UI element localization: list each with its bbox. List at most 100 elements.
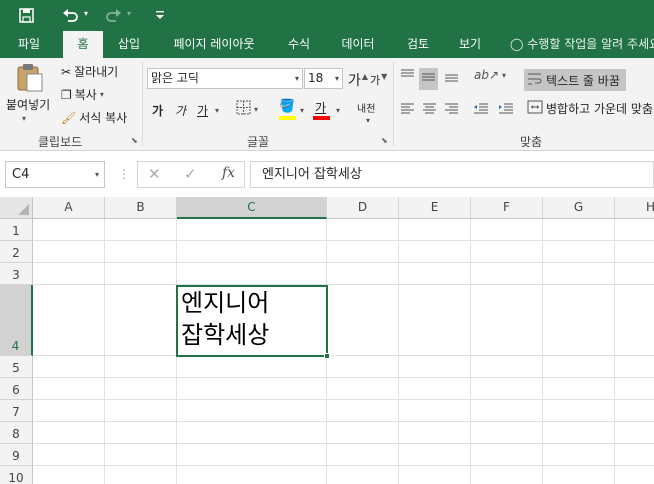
row-header-8[interactable]: 8 (0, 422, 33, 444)
tab-page-layout[interactable]: 페이지 레이아웃 (163, 31, 265, 58)
align-middle-button[interactable] (419, 68, 438, 90)
tab-formulas[interactable]: 수식 (277, 31, 321, 58)
font-name-dropdown-icon[interactable]: ▾ (295, 69, 299, 88)
tell-me-box[interactable]: ◯ 수행할 작업을 알려 주세요 (510, 31, 654, 58)
row-header-6[interactable]: 6 (0, 378, 33, 400)
scissors-icon: ✂ (61, 64, 72, 79)
select-all-button[interactable] (0, 197, 33, 219)
tab-file[interactable]: 파일 (4, 31, 54, 58)
paste-dropdown-icon[interactable]: ▾ (22, 114, 26, 123)
active-cell-c4[interactable]: 엔지니어 잡학세상 (176, 285, 328, 357)
tab-insert[interactable]: 삽입 (107, 31, 151, 58)
underline-button[interactable]: 가 (197, 102, 208, 119)
paste-button[interactable] (8, 62, 52, 95)
column-header-e[interactable]: E (399, 197, 471, 219)
column-header-d[interactable]: D (327, 197, 399, 219)
tab-review[interactable]: 검토 (396, 31, 440, 58)
format-painter-button[interactable]: 🖌 서식 복사 (61, 109, 127, 126)
save-icon[interactable] (16, 5, 36, 25)
tab-view[interactable]: 보기 (448, 31, 492, 58)
grow-font-button[interactable]: 가 ▲ (348, 70, 368, 90)
orientation-button[interactable]: ab↗ ▾ (474, 68, 506, 82)
column-header-h[interactable]: H (615, 197, 654, 219)
align-center-button[interactable] (422, 102, 437, 118)
shrink-font-button[interactable]: 가 ▼ (370, 72, 387, 88)
row-number: 7 (12, 405, 20, 419)
copy-button[interactable]: ❐ 복사 ▾ (61, 86, 104, 103)
borders-dropdown-icon[interactable]: ▾ (254, 105, 258, 114)
font-color-swatch (313, 116, 330, 120)
paste-label[interactable]: 붙여넣기 (6, 96, 50, 113)
column-header-g[interactable]: G (543, 197, 615, 219)
lightbulb-icon: ◯ (510, 37, 524, 51)
formula-input[interactable]: 엔지니어 잡학세상 (250, 161, 654, 188)
title-bar: ▾ ▾ (0, 0, 654, 31)
fill-handle[interactable] (324, 353, 330, 359)
redo-icon (104, 5, 124, 25)
formula-bar-resize-handle[interactable]: ⋮ (118, 167, 130, 181)
worksheet-grid: A B C D E F G H 1 2 3 4 5 6 7 8 9 10 엔지니… (0, 197, 654, 484)
align-right-icon (444, 102, 459, 118)
align-left-button[interactable] (400, 102, 415, 118)
underline-dropdown-icon[interactable]: ▾ (215, 106, 219, 115)
cut-button[interactable]: ✂ 잘라내기 (61, 63, 118, 80)
decrease-indent-button[interactable] (473, 102, 489, 118)
grow-font-glyph: 가 (348, 73, 361, 89)
font-size-combo[interactable]: 18 ▾ (304, 68, 343, 89)
align-top-button[interactable] (400, 68, 415, 86)
bold-button[interactable]: 가 (152, 102, 163, 119)
row-header-10[interactable]: 10 (0, 466, 33, 484)
font-size-dropdown-icon[interactable]: ▾ (335, 69, 339, 88)
row-header-3[interactable]: 3 (0, 263, 33, 285)
row-header-7[interactable]: 7 (0, 400, 33, 422)
column-header-a[interactable]: A (33, 197, 105, 219)
merge-center-button[interactable]: 병합하고 가운데 맞춤 (527, 100, 653, 117)
wrap-text-button[interactable]: 텍스트 줄 바꿈 (524, 69, 626, 91)
font-color-button[interactable]: 가 (315, 99, 326, 116)
align-bottom-button[interactable] (444, 68, 459, 86)
row-header-2[interactable]: 2 (0, 241, 33, 263)
row-number: 2 (12, 246, 20, 260)
copy-dropdown-icon[interactable]: ▾ (100, 90, 104, 99)
font-color-glyph: 가 (315, 101, 327, 115)
font-color-dropdown-icon[interactable]: ▾ (336, 106, 340, 115)
row-header-9[interactable]: 9 (0, 444, 33, 466)
row-header-1[interactable]: 1 (0, 219, 33, 241)
orientation-dropdown-icon[interactable]: ▾ (502, 71, 506, 80)
paste-icon (15, 62, 45, 95)
row-header-5[interactable]: 5 (0, 356, 33, 378)
divider (393, 62, 394, 146)
insert-function-icon[interactable]: fx (222, 165, 235, 181)
row-number: 6 (12, 383, 20, 397)
font-name-combo[interactable]: 맑은 고딕 ▾ (147, 68, 303, 89)
font-launcher-icon[interactable]: ⬊ (381, 136, 388, 145)
fill-color-button[interactable]: 🪣 (279, 99, 295, 114)
align-bottom-icon (444, 68, 459, 86)
increase-indent-button[interactable] (498, 102, 514, 118)
undo-dropdown-icon[interactable]: ▾ (84, 9, 88, 18)
column-header-b[interactable]: B (105, 197, 177, 219)
shrink-font-glyph: 가 (370, 74, 381, 87)
cancel-icon[interactable]: ✕ (148, 165, 161, 183)
fill-color-dropdown-icon[interactable]: ▾ (300, 106, 304, 115)
align-center-icon (422, 102, 437, 118)
column-header-f[interactable]: F (471, 197, 543, 219)
tab-home[interactable]: 홈 (63, 31, 103, 58)
copy-label: 복사 (74, 88, 97, 102)
clipboard-launcher-icon[interactable]: ⬊ (131, 136, 138, 145)
borders-button[interactable]: ▾ (236, 100, 258, 118)
phonetic-dropdown-icon[interactable]: ▾ (366, 116, 370, 125)
row-header-4[interactable]: 4 (0, 285, 33, 356)
tab-data[interactable]: 데이터 (333, 31, 383, 58)
name-box[interactable]: C4 ▾ (5, 161, 105, 188)
phonetic-button[interactable]: 내천 (357, 100, 375, 115)
column-header-c[interactable]: C (177, 197, 327, 219)
name-box-dropdown-icon[interactable]: ▾ (95, 162, 99, 187)
enter-checkmark-icon[interactable]: ✓ (184, 165, 197, 183)
phonetic-glyph: 내천 (357, 104, 376, 115)
align-right-button[interactable] (444, 102, 459, 118)
paint-bucket-icon: 🪣 (279, 99, 296, 114)
customize-toolbar-icon[interactable] (150, 5, 170, 25)
italic-button[interactable]: 가 (175, 102, 186, 119)
undo-icon[interactable] (60, 5, 80, 25)
